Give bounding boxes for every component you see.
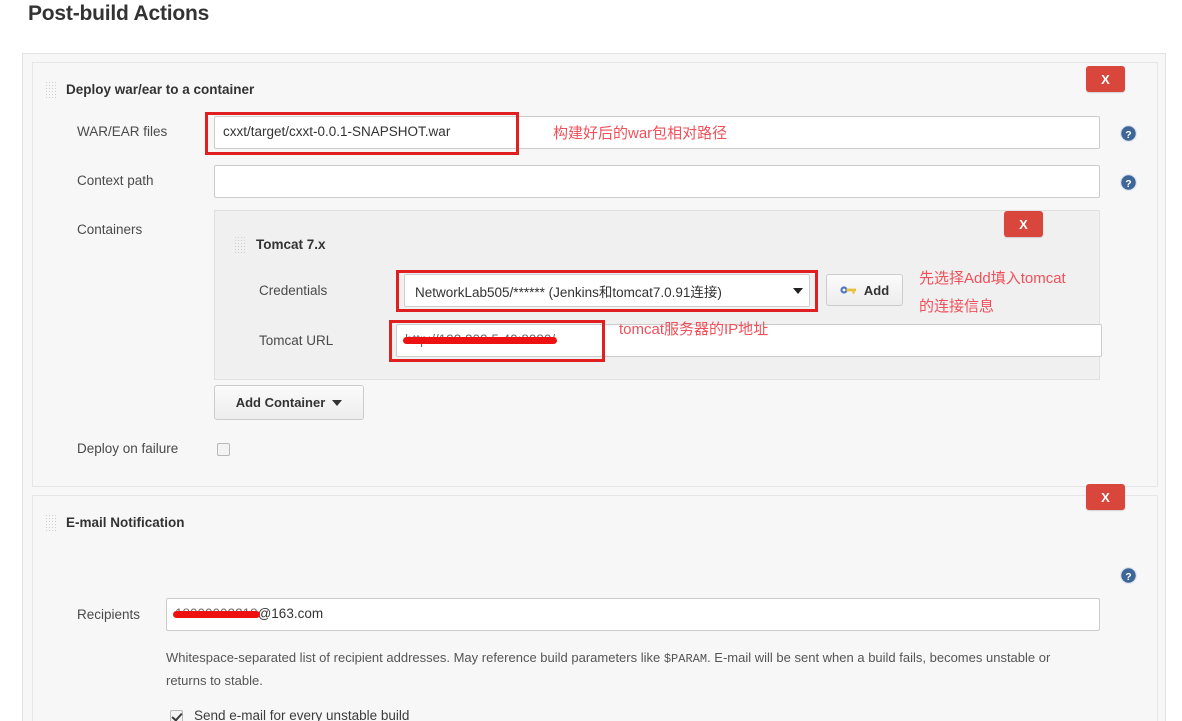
post-build-actions-page: Post-build Actions Deploy war/ear to a c… bbox=[0, 0, 1182, 721]
send-email-every-unstable-build-label: Send e-mail for every unstable build bbox=[194, 708, 410, 721]
section-title-email: E-mail Notification bbox=[66, 515, 185, 530]
context-path-label: Context path bbox=[77, 173, 154, 188]
drag-handle-icon[interactable] bbox=[45, 81, 58, 98]
war-ear-files-label: WAR/EAR files bbox=[77, 124, 168, 139]
add-credentials-label: Add bbox=[863, 282, 890, 298]
section-title-deploy: Deploy war/ear to a container bbox=[66, 82, 255, 97]
credentials-label: Credentials bbox=[259, 283, 328, 298]
post-build-actions-panel: Deploy war/ear to a container X WAR/EAR … bbox=[22, 53, 1166, 721]
recipients-help-text-part1: Whitespace-separated list of recipient a… bbox=[166, 650, 664, 665]
add-credentials-button[interactable]: Add bbox=[826, 274, 903, 306]
svg-text:?: ? bbox=[1125, 179, 1131, 190]
section-deploy-war-ear: Deploy war/ear to a container X WAR/EAR … bbox=[32, 62, 1158, 487]
drag-handle-icon[interactable] bbox=[45, 514, 58, 531]
recipients-help-param: $PARAM bbox=[663, 652, 708, 666]
tomcat-url-redacted-value: http://192.202.5.40:8080/ bbox=[402, 325, 558, 355]
recipients-input[interactable]: 18000002218@163.com bbox=[166, 598, 1100, 631]
delete-email-section-button[interactable]: X bbox=[1086, 484, 1125, 510]
add-container-button[interactable]: Add Container bbox=[214, 385, 364, 420]
tomcat-url-label: Tomcat URL bbox=[259, 333, 334, 348]
credentials-select[interactable]: NetworkLab505/****** (Jenkins和tomcat7.0.… bbox=[404, 274, 810, 307]
chevron-down-icon bbox=[793, 287, 803, 294]
recipients-help-text: Whitespace-separated list of recipient a… bbox=[166, 647, 1081, 691]
svg-text:?: ? bbox=[1125, 130, 1131, 141]
help-icon[interactable]: ? bbox=[1119, 566, 1138, 585]
delete-container-button[interactable]: X bbox=[1004, 211, 1043, 237]
context-path-input[interactable] bbox=[214, 165, 1100, 198]
delete-deploy-section-button[interactable]: X bbox=[1086, 66, 1125, 92]
tomcat-url-annotation: tomcat服务器的IP地址 bbox=[619, 321, 769, 338]
recipients-redacted-value: 18000002218 bbox=[173, 599, 260, 629]
container-panel-tomcat: Tomcat 7.x X Credentials NetworkLab505/*… bbox=[214, 210, 1102, 380]
section-email-notification: E-mail Notification X ? Recipients 18000… bbox=[32, 484, 1158, 721]
help-icon[interactable]: ? bbox=[1119, 124, 1138, 143]
drag-handle-icon[interactable] bbox=[234, 236, 247, 253]
page-title: Post-build Actions bbox=[28, 2, 210, 25]
add-container-label: Add Container bbox=[235, 395, 326, 410]
credentials-select-value: NetworkLab505/****** (Jenkins和tomcat7.0.… bbox=[415, 284, 722, 300]
help-icon[interactable]: ? bbox=[1119, 173, 1138, 192]
recipients-label: Recipients bbox=[77, 607, 141, 622]
svg-text:?: ? bbox=[1125, 572, 1131, 583]
chevron-down-icon bbox=[332, 399, 343, 406]
recipients-domain-value: @163.com bbox=[257, 606, 324, 621]
deploy-on-failure-label: Deploy on failure bbox=[77, 441, 179, 456]
credentials-annotation-line1: 先选择Add填入tomcat bbox=[919, 270, 1066, 287]
deploy-on-failure-checkbox[interactable] bbox=[217, 443, 230, 456]
send-email-every-unstable-build-checkbox[interactable] bbox=[170, 710, 183, 721]
containers-label: Containers bbox=[77, 222, 143, 237]
war-ear-annotation: 构建好后的war包相对路径 bbox=[553, 125, 728, 142]
key-icon bbox=[840, 286, 856, 294]
credentials-annotation-line2: 的连接信息 bbox=[919, 298, 995, 315]
container-title-tomcat: Tomcat 7.x bbox=[256, 237, 326, 252]
